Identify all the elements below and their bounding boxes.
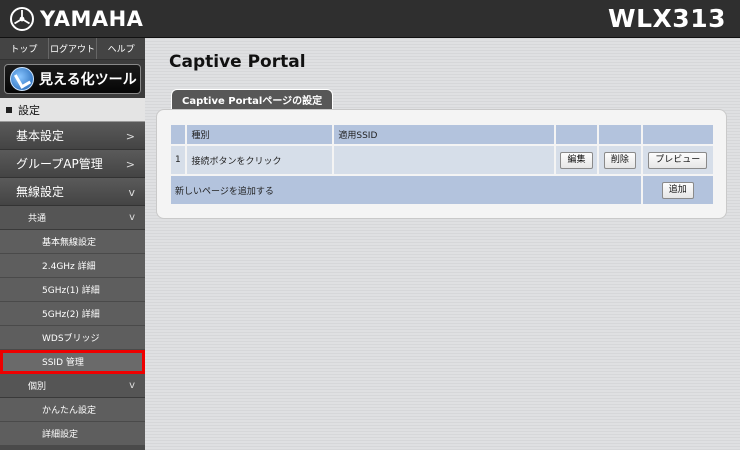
row-delete-cell: 削除 (599, 146, 641, 174)
row-preview-cell: プレビュー (642, 146, 713, 174)
add-page-label: 新しいページを追加する (171, 176, 641, 204)
table-header-row: 種別 適用SSID (171, 125, 713, 144)
brand-name: YAMAHA (40, 7, 144, 31)
sidebar-item-basic-settings[interactable]: 基本設定 > (0, 122, 145, 150)
top-link-top[interactable]: トップ (0, 38, 49, 59)
settings-label: 設定 (18, 103, 40, 117)
top-links: トップ ログアウト ヘルプ (0, 38, 145, 60)
table-header-ssid: 適用SSID (334, 125, 554, 144)
top-link-logout[interactable]: ログアウト (49, 38, 98, 59)
table-header-preview (642, 125, 713, 144)
table-row: 1 接続ボタンをクリック 編集 削除 プレビュー (171, 146, 713, 174)
sidebar-item-label: 無線設定 (16, 185, 65, 199)
sidebar-item-easy-setup[interactable]: かんたん設定 (0, 398, 145, 422)
sidebar-item-label: グループAP管理 (16, 157, 103, 171)
preview-button[interactable]: プレビュー (648, 151, 708, 169)
sidebar-item-label: 基本設定 (16, 129, 65, 143)
sidebar-item-basic-wireless[interactable]: 基本無線設定 (0, 230, 145, 254)
sidebar-group-label: 共通 (28, 214, 47, 224)
table-header-edit (555, 125, 598, 144)
yamaha-logo[interactable]: YAMAHA (10, 6, 143, 32)
visualize-tool-area: 見える化ツール (0, 60, 145, 98)
yamaha-tuning-fork-icon (10, 7, 34, 31)
main-content: Captive Portal Captive Portalページの設定 種別 適… (145, 38, 740, 450)
page-title: Captive Portal (169, 52, 306, 72)
add-button-cell: 追加 (642, 176, 713, 204)
sidebar-group-individual[interactable]: 個別 v (0, 374, 145, 398)
row-type: 接続ボタンをクリック (187, 146, 333, 174)
chevron-down-icon: v (129, 380, 135, 391)
sidebar-item-24ghz-detail[interactable]: 2.4GHz 詳細 (0, 254, 145, 278)
row-index: 1 (171, 146, 186, 174)
row-edit-cell: 編集 (555, 146, 598, 174)
add-page-row: 新しいページを追加する 追加 (171, 176, 713, 204)
row-ssid (334, 146, 554, 174)
chevron-right-icon: > (125, 158, 135, 171)
sidebar-item-wireless[interactable]: 無線設定 v (0, 178, 145, 206)
square-bullet-icon (6, 106, 12, 113)
sidebar-group-label: 個別 (28, 382, 47, 392)
edit-button[interactable]: 編集 (560, 151, 593, 169)
sidebar-item-5ghz2-detail[interactable]: 5GHz(2) 詳細 (0, 302, 145, 326)
settings-section-header: 設定 (0, 98, 145, 122)
chevron-down-icon: v (129, 212, 135, 223)
visualize-check-icon (10, 67, 34, 91)
model-name: WLX313 (608, 4, 726, 33)
sidebar-item-5ghz1-detail[interactable]: 5GHz(1) 詳細 (0, 278, 145, 302)
sidebar: トップ ログアウト ヘルプ 見える化ツール 設定 基本設定 > グループAP管理… (0, 38, 145, 450)
sidebar-item-wds-bridge[interactable]: WDSブリッジ (0, 326, 145, 350)
visualize-tool-button[interactable]: 見える化ツール (4, 64, 141, 94)
table-header-type: 種別 (187, 125, 333, 144)
captive-portal-table: 種別 適用SSID 1 接続ボタンをクリック 編集 削除 プレビュー 新しいペー… (169, 123, 715, 206)
table-header-delete (599, 125, 641, 144)
delete-button[interactable]: 削除 (603, 151, 636, 169)
table-header-index (171, 125, 186, 144)
app-header: YAMAHA WLX313 (0, 0, 740, 38)
sidebar-item-advanced-setup[interactable]: 詳細設定 (0, 422, 145, 446)
chevron-right-icon: > (125, 130, 135, 143)
add-button[interactable]: 追加 (661, 181, 694, 199)
captive-portal-panel: 種別 適用SSID 1 接続ボタンをクリック 編集 削除 プレビュー 新しいペー… (156, 109, 727, 219)
sidebar-group-common[interactable]: 共通 v (0, 206, 145, 230)
sidebar-item-group-ap[interactable]: グループAP管理 > (0, 150, 145, 178)
top-link-help[interactable]: ヘルプ (97, 38, 145, 59)
visualize-tool-label: 見える化ツール (39, 72, 137, 88)
tab-captive-portal-pages[interactable]: Captive Portalページの設定 (171, 89, 334, 109)
sidebar-item-ssid-management[interactable]: SSID 管理 (0, 350, 145, 374)
chevron-down-icon: v (128, 186, 135, 199)
